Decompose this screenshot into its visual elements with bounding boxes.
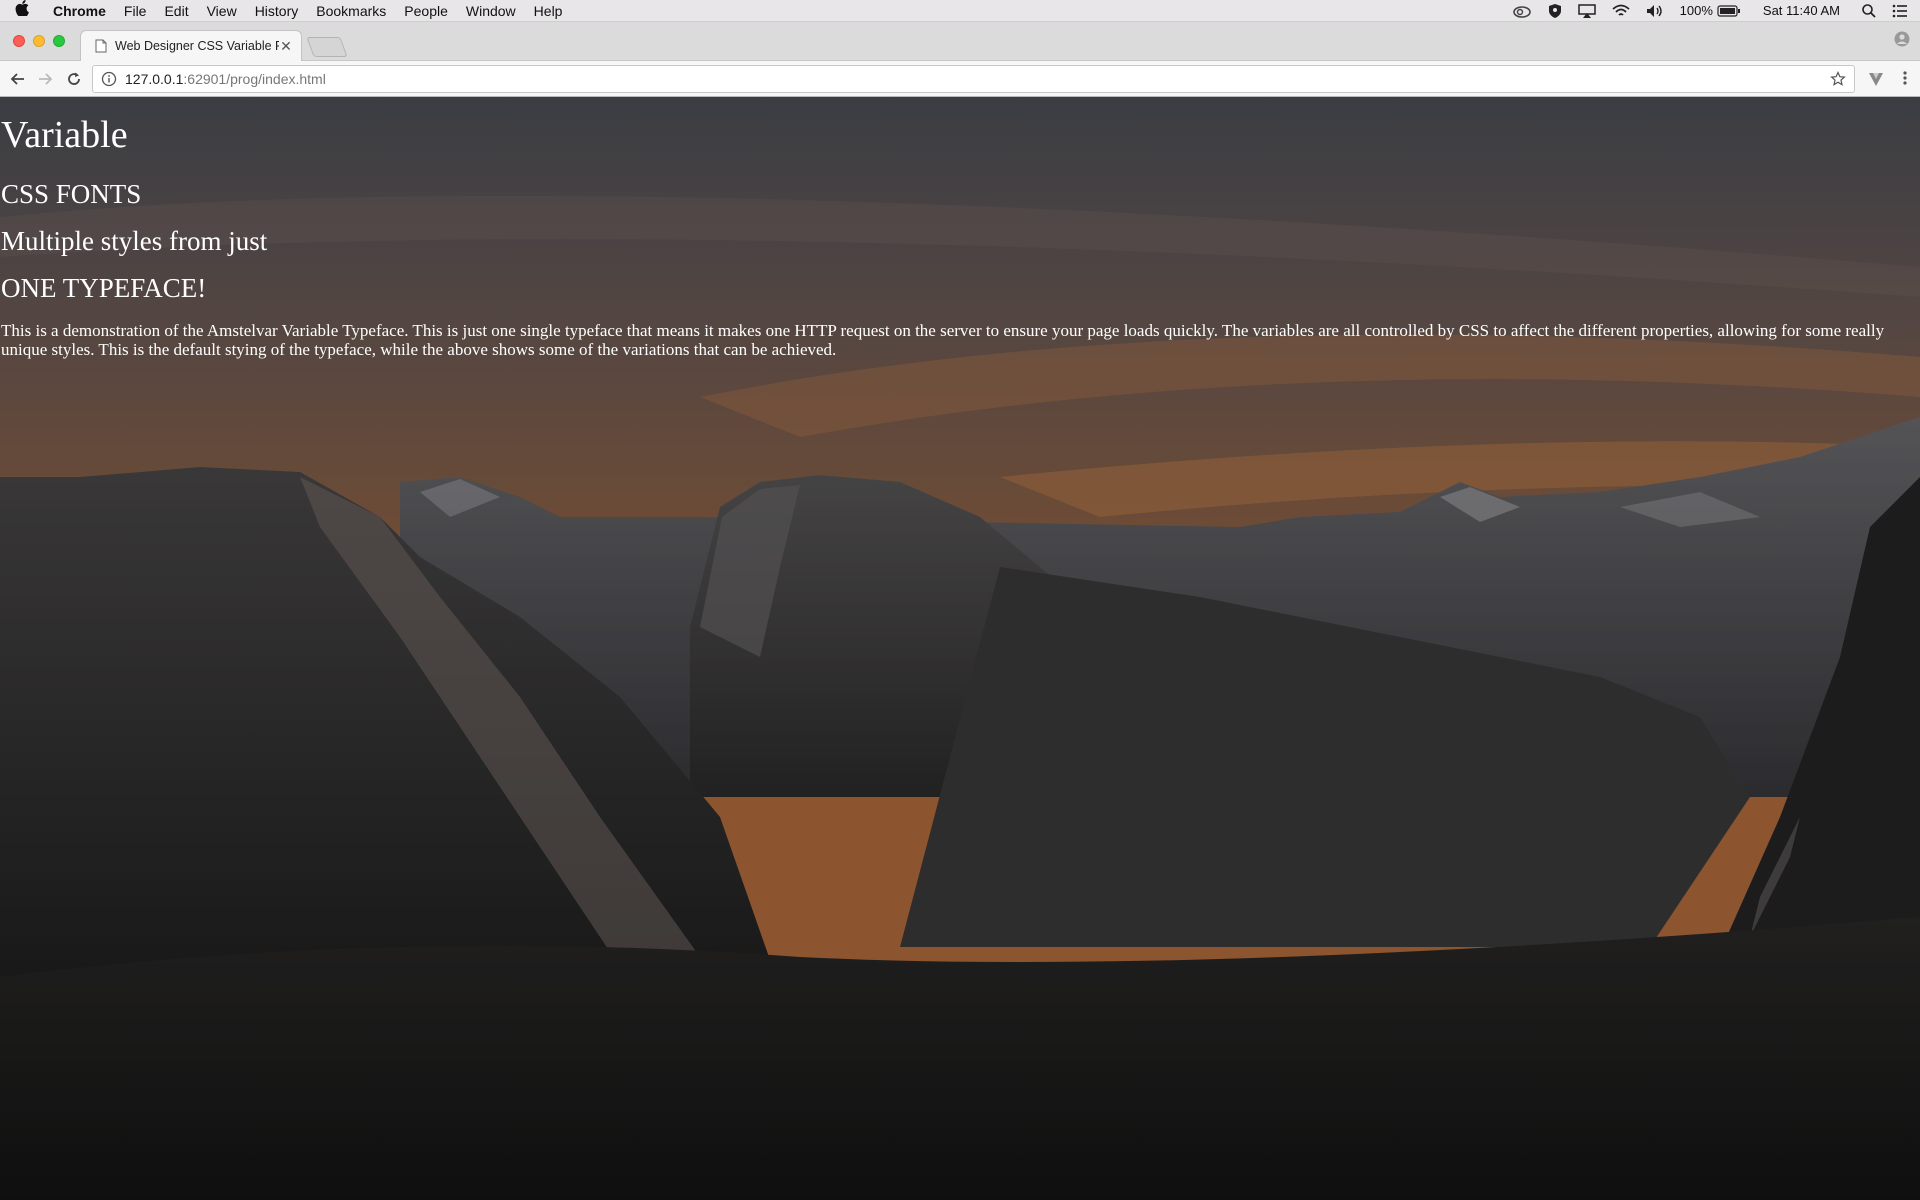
info-icon[interactable] bbox=[101, 71, 117, 87]
wifi-icon[interactable] bbox=[1604, 4, 1638, 18]
page-content: Variable CSS FONTS Multiple styles from … bbox=[0, 97, 1920, 359]
menu-history[interactable]: History bbox=[246, 3, 308, 19]
tab-close-icon[interactable]: ✕ bbox=[279, 38, 293, 55]
page-viewport: Variable CSS FONTS Multiple styles from … bbox=[0, 97, 1920, 1200]
url-path: :62901/prog/index.html bbox=[183, 71, 326, 87]
profile-icon[interactable] bbox=[1894, 31, 1910, 52]
macos-menubar: Chrome File Edit View History Bookmarks … bbox=[0, 0, 1920, 22]
spotlight-search-icon[interactable] bbox=[1854, 3, 1884, 18]
forward-arrow-icon[interactable] bbox=[35, 69, 55, 89]
menu-edit[interactable]: Edit bbox=[155, 3, 197, 19]
tab-title: Web Designer CSS Variable Fo bbox=[115, 39, 279, 53]
menu-window[interactable]: Window bbox=[457, 3, 525, 19]
window-close-button[interactable] bbox=[13, 35, 25, 47]
menu-bookmarks[interactable]: Bookmarks bbox=[307, 3, 395, 19]
airplay-icon[interactable] bbox=[1570, 3, 1604, 18]
extension-icon[interactable] bbox=[1868, 71, 1884, 92]
reload-icon[interactable] bbox=[64, 69, 84, 89]
battery-percent: 100% bbox=[1679, 3, 1713, 18]
bookmark-star-icon[interactable] bbox=[1830, 71, 1846, 87]
heading-one-typeface: ONE TYPEFACE! bbox=[1, 273, 207, 303]
heading-css-fonts: CSS FONTS bbox=[1, 179, 142, 209]
menu-people[interactable]: People bbox=[395, 3, 457, 19]
vpn-shield-icon[interactable] bbox=[1540, 3, 1570, 19]
heading-multiple-styles: Multiple styles from just bbox=[1, 226, 268, 256]
clock[interactable]: Sat 11:40 AM bbox=[1749, 3, 1854, 18]
status-area: 100% Sat 11:40 AM bbox=[1504, 0, 1920, 22]
window-controls bbox=[13, 35, 65, 47]
heading-variable: Variable bbox=[1, 114, 128, 156]
back-arrow-icon[interactable] bbox=[8, 69, 28, 89]
address-bar[interactable]: 127.0.0.1:62901/prog/index.html bbox=[92, 65, 1855, 93]
tab-active[interactable]: Web Designer CSS Variable Fo ✕ bbox=[80, 30, 302, 61]
kebab-menu-icon[interactable] bbox=[1902, 70, 1908, 91]
new-tab-button[interactable] bbox=[306, 37, 348, 57]
notification-center-icon[interactable] bbox=[1884, 4, 1920, 18]
menu-app-chrome[interactable]: Chrome bbox=[44, 3, 115, 19]
menu-help[interactable]: Help bbox=[525, 3, 572, 19]
browser-toolbar: 127.0.0.1:62901/prog/index.html bbox=[0, 61, 1920, 97]
tab-strip: Web Designer CSS Variable Fo ✕ bbox=[0, 22, 1920, 61]
battery-icon bbox=[1717, 4, 1740, 17]
volume-icon[interactable] bbox=[1638, 4, 1672, 18]
battery-status[interactable]: 100% bbox=[1672, 3, 1749, 18]
description-paragraph: This is a demonstration of the Amstelvar… bbox=[1, 321, 1885, 359]
page-icon bbox=[95, 39, 107, 53]
menu-view[interactable]: View bbox=[198, 3, 246, 19]
menu-file[interactable]: File bbox=[115, 3, 156, 19]
apple-icon[interactable] bbox=[0, 0, 44, 21]
window-minimize-button[interactable] bbox=[33, 35, 45, 47]
creative-cloud-icon[interactable] bbox=[1504, 4, 1540, 18]
url-host: 127.0.0.1 bbox=[125, 71, 184, 87]
window-maximize-button[interactable] bbox=[53, 35, 65, 47]
